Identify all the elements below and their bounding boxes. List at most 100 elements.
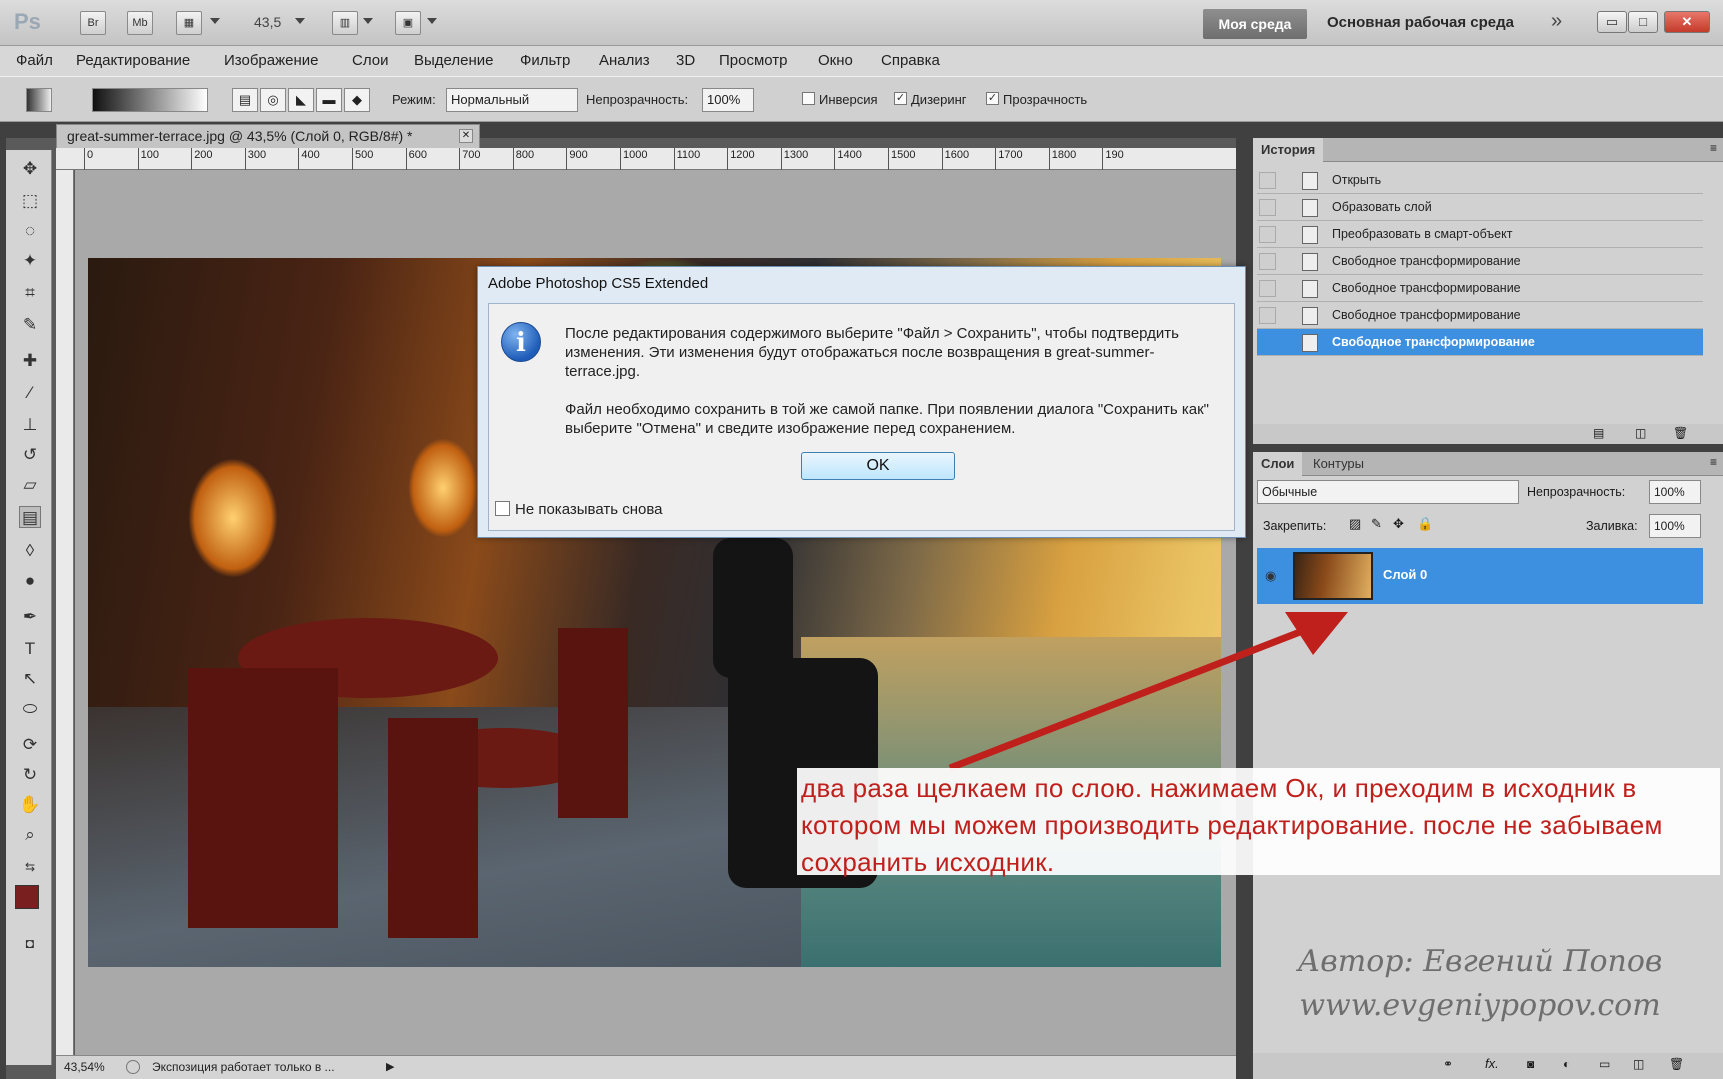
history-item[interactable]: Образовать слой: [1257, 194, 1703, 221]
menu-layers[interactable]: Слои: [352, 52, 388, 69]
delete-state-icon[interactable]: 🗑: [1673, 426, 1688, 440]
history-brush-source-checkbox[interactable]: [1259, 280, 1276, 297]
3d-orbit-tool-icon[interactable]: ↻: [19, 764, 41, 786]
mode-select[interactable]: Нормальный: [446, 88, 578, 112]
layer-thumbnail[interactable]: [1293, 552, 1373, 600]
dont-show-again-checkbox[interactable]: Не показывать снова: [495, 501, 662, 518]
screen-mode-dropdown-icon[interactable]: [427, 18, 437, 24]
layer-style-icon[interactable]: fx.: [1485, 1056, 1499, 1071]
view-extras-dropdown-icon[interactable]: [210, 18, 220, 24]
type-tool-icon[interactable]: T: [19, 638, 41, 660]
lock-transparency-icon[interactable]: ▨: [1349, 516, 1361, 532]
dodge-tool-icon[interactable]: ●: [19, 570, 41, 592]
add-mask-icon[interactable]: ◙: [1527, 1057, 1534, 1071]
layer-row[interactable]: ◉ Слой 0: [1257, 548, 1703, 604]
eraser-tool-icon[interactable]: ▱: [19, 474, 41, 496]
link-layers-icon[interactable]: ⚭: [1443, 1057, 1453, 1071]
status-zoom[interactable]: 43,54%: [64, 1056, 105, 1078]
menu-select[interactable]: Выделение: [414, 52, 493, 69]
angle-gradient-icon[interactable]: ◣: [288, 88, 314, 112]
linear-gradient-icon[interactable]: ▤: [232, 88, 258, 112]
dither-checkbox[interactable]: ✓: [894, 92, 907, 105]
eyedropper-tool-icon[interactable]: ✎: [19, 314, 41, 336]
tool-preset-icon[interactable]: [26, 88, 52, 112]
lock-position-icon[interactable]: ✥: [1393, 516, 1404, 532]
layers-panel-menu-icon[interactable]: ≡: [1710, 455, 1717, 469]
move-tool-icon[interactable]: ✥: [19, 158, 41, 180]
history-panel-menu-icon[interactable]: ≡: [1710, 141, 1717, 155]
zoom-dropdown-icon[interactable]: [295, 18, 305, 24]
lock-all-icon[interactable]: 🔒: [1417, 516, 1433, 532]
new-snapshot-icon[interactable]: ◫: [1635, 426, 1646, 440]
menu-analysis[interactable]: Анализ: [599, 52, 650, 69]
menu-file[interactable]: Файл: [16, 52, 53, 69]
reflected-gradient-icon[interactable]: ▬: [316, 88, 342, 112]
new-document-from-state-icon[interactable]: ▤: [1593, 426, 1604, 440]
screen-mode-icon[interactable]: ▣: [395, 11, 421, 35]
hand-tool-icon[interactable]: ✋: [19, 794, 41, 816]
minimize-button[interactable]: ▭: [1597, 11, 1627, 33]
menu-edit[interactable]: Редактирование: [76, 52, 190, 69]
marquee-tool-icon[interactable]: ⬚: [19, 190, 41, 212]
zoom-level[interactable]: 43,5: [254, 14, 281, 30]
tab-layers[interactable]: Слои: [1253, 452, 1303, 476]
history-brush-source-checkbox[interactable]: [1259, 226, 1276, 243]
status-info-icon[interactable]: [126, 1060, 140, 1074]
history-item-selected[interactable]: Свободное трансформирование: [1257, 329, 1703, 356]
document-tab[interactable]: great-summer-terrace.jpg @ 43,5% (Слой 0…: [56, 124, 480, 148]
more-workspaces-icon[interactable]: »: [1551, 10, 1562, 33]
visibility-eye-icon[interactable]: ◉: [1265, 568, 1276, 584]
new-layer-icon[interactable]: ◫: [1633, 1057, 1644, 1071]
workspace-main-button[interactable]: Основная рабочая среда: [1327, 14, 1514, 31]
quick-selection-tool-icon[interactable]: ✦: [19, 250, 41, 272]
history-item[interactable]: Открыть: [1257, 167, 1703, 194]
crop-tool-icon[interactable]: ⌗: [19, 282, 41, 304]
delete-layer-icon[interactable]: 🗑: [1669, 1057, 1684, 1071]
adjustment-layer-icon[interactable]: ◐: [1563, 1057, 1570, 1071]
blend-mode-select[interactable]: Обычные: [1257, 480, 1519, 504]
pen-tool-icon[interactable]: ✒: [19, 606, 41, 628]
new-group-icon[interactable]: ▭: [1599, 1057, 1610, 1071]
menu-window[interactable]: Окно: [818, 52, 853, 69]
foreground-color-swatch[interactable]: [15, 885, 39, 909]
inverse-checkbox[interactable]: [802, 92, 815, 105]
lock-pixels-icon[interactable]: ✎: [1371, 516, 1382, 532]
zoom-tool-icon[interactable]: ⌕: [19, 824, 41, 846]
history-brush-source-checkbox[interactable]: [1259, 172, 1276, 189]
layer-opacity-input[interactable]: 100%: [1649, 480, 1701, 504]
menu-3d[interactable]: 3D: [676, 52, 695, 69]
ok-button[interactable]: OK: [801, 452, 955, 480]
close-document-icon[interactable]: ✕: [459, 129, 473, 143]
transparency-checkbox[interactable]: ✓: [986, 92, 999, 105]
history-brush-source-checkbox[interactable]: [1259, 307, 1276, 324]
layer-name[interactable]: Слой 0: [1383, 567, 1427, 582]
clone-stamp-tool-icon[interactable]: ⊥: [19, 414, 41, 436]
close-button[interactable]: ✕: [1664, 11, 1710, 33]
lasso-tool-icon[interactable]: ◌: [19, 220, 41, 242]
gradient-picker[interactable]: [92, 88, 208, 112]
history-item[interactable]: Свободное трансформирование: [1257, 248, 1703, 275]
brush-tool-icon[interactable]: ⁄: [19, 382, 41, 404]
history-item[interactable]: Свободное трансформирование: [1257, 302, 1703, 329]
path-selection-tool-icon[interactable]: ↖: [19, 668, 41, 690]
shape-tool-icon[interactable]: ⬭: [19, 698, 41, 720]
tab-paths[interactable]: Контуры: [1305, 452, 1372, 476]
menu-help[interactable]: Справка: [881, 52, 940, 69]
status-menu-arrow-icon[interactable]: ▶: [386, 1056, 394, 1078]
bridge-button[interactable]: Br: [80, 11, 106, 35]
history-item[interactable]: Преобразовать в смарт-объект: [1257, 221, 1703, 248]
history-brush-source-checkbox[interactable]: [1259, 199, 1276, 216]
swap-colors-icon[interactable]: ⇆: [19, 856, 41, 878]
menu-view[interactable]: Просмотр: [719, 52, 788, 69]
tab-history[interactable]: История: [1253, 138, 1324, 162]
history-brush-tool-icon[interactable]: ↺: [19, 444, 41, 466]
blur-tool-icon[interactable]: ◊: [19, 540, 41, 562]
radial-gradient-icon[interactable]: ◎: [260, 88, 286, 112]
dont-show-again-box[interactable]: [495, 501, 510, 516]
gradient-tool-icon[interactable]: ▤: [19, 506, 41, 528]
arrange-dropdown-icon[interactable]: [363, 18, 373, 24]
workspace-my-button[interactable]: Моя среда: [1203, 9, 1307, 39]
maximize-button[interactable]: □: [1628, 11, 1658, 33]
arrange-documents-icon[interactable]: ▥: [332, 11, 358, 35]
view-extras-icon[interactable]: ▦: [176, 11, 202, 35]
